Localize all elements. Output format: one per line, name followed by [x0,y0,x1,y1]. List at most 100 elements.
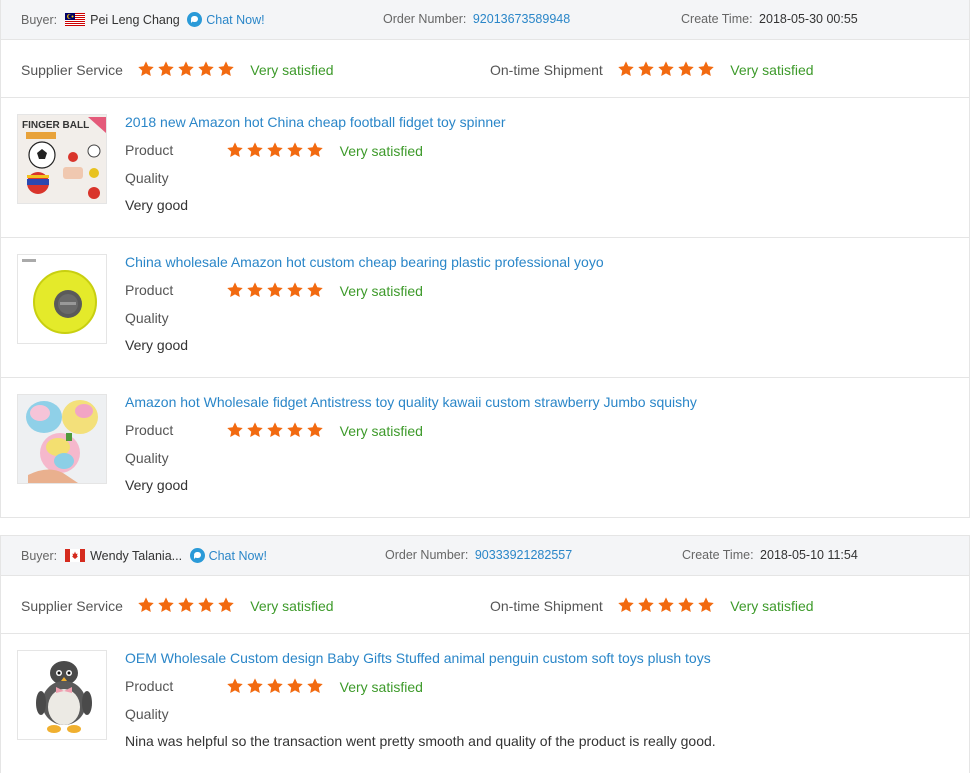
product-rating: Very satisfied [226,677,423,698]
review-comment: Very good [125,197,189,213]
quality-label: Quality [125,310,169,326]
star-icon [226,421,244,439]
star-icon [617,60,635,78]
shipment-label: On-time Shipment [490,62,603,78]
star-rating [617,60,717,81]
chat-now-link[interactable]: Chat Now! [206,13,264,27]
star-icon [177,60,195,78]
product-rating-text: Very satisfied [339,423,423,439]
order-header: Buyer: Pei Leng Chang Chat Now! Order Nu… [1,0,969,40]
star-icon [246,141,264,159]
product-title-link[interactable]: Amazon hot Wholesale fidget Antistress t… [125,394,697,410]
star-rating [226,141,326,162]
star-icon [177,596,195,614]
create-time-value: 2018-05-10 11:54 [760,548,858,562]
star-icon [306,281,324,299]
star-rating [137,596,237,617]
star-icon [217,596,235,614]
order-number-link[interactable]: 92013673589948 [473,12,570,26]
shipment-rating-text: Very satisfied [730,598,814,614]
star-icon [286,281,304,299]
product-thumbnail[interactable] [17,650,107,740]
star-icon [677,60,695,78]
review-item: China wholesale Amazon hot custom cheap … [1,238,969,378]
order-number-label: Order Number: [385,548,469,562]
star-icon [197,60,215,78]
supplier-rating-text: Very satisfied [250,62,334,78]
star-icon [157,596,175,614]
create-time-value: 2018-05-30 00:55 [759,12,858,26]
malaysia-flag-icon [64,13,85,26]
star-icon [246,421,264,439]
buyer-label: Buyer: [21,13,58,27]
review-item: Amazon hot Wholesale fidget Antistress t… [1,378,969,518]
quality-label: Quality [125,170,169,186]
buyer-label: Buyer: [21,549,58,563]
star-icon [306,421,324,439]
shipment-rating: On-time Shipment Very satisfied [490,596,814,617]
quality-label: Quality [125,450,169,466]
create-time-label: Create Time: [681,12,753,26]
star-icon [697,60,715,78]
star-icon [226,677,244,695]
thumb-text: FINGER BALL [22,120,89,131]
shipment-label: On-time Shipment [490,598,603,614]
order-number-info: Order Number: 90333921282557 [385,548,572,562]
buyer-name: Pei Leng Chang [90,13,180,27]
star-rating [226,281,326,302]
review-item: OEM Wholesale Custom design Baby Gifts S… [1,634,969,773]
star-icon [657,596,675,614]
star-icon [266,281,284,299]
star-icon [637,596,655,614]
review-comment: Very good [125,477,189,493]
star-rating [617,596,717,617]
star-icon [137,596,155,614]
shipment-rating: On-time Shipment Very satisfied [490,60,814,81]
star-icon [246,281,264,299]
star-rating [226,421,326,442]
product-title-link[interactable]: 2018 new Amazon hot China cheap football… [125,114,506,130]
chat-icon[interactable] [187,12,203,27]
buyer-info: Buyer: Wendy Talania... Chat Now! [21,548,267,563]
star-icon [306,141,324,159]
supplier-service-label: Supplier Service [21,598,123,614]
product-label: Product [125,142,174,158]
canada-flag-icon [64,549,85,562]
product-rating: Very satisfied [226,281,423,302]
star-icon [657,60,675,78]
review-comment: Nina was helpful so the transaction went… [125,733,716,749]
product-thumbnail[interactable] [17,254,107,344]
star-rating [226,677,326,698]
order-number-link[interactable]: 90333921282557 [475,548,572,562]
star-icon [617,596,635,614]
product-title-link[interactable]: China wholesale Amazon hot custom cheap … [125,254,604,270]
chat-now-link[interactable]: Chat Now! [209,549,267,563]
supplier-service-rating: Supplier Service Very satisfied [21,596,334,617]
shipment-rating-text: Very satisfied [730,62,814,78]
product-thumbnail[interactable]: FINGER BALL [17,114,107,204]
star-icon [637,60,655,78]
star-icon [286,141,304,159]
star-icon [286,677,304,695]
star-rating [137,60,237,81]
product-thumbnail[interactable] [17,394,107,484]
star-icon [226,281,244,299]
star-icon [677,596,695,614]
star-icon [266,421,284,439]
product-title-link[interactable]: OEM Wholesale Custom design Baby Gifts S… [125,650,711,666]
star-icon [157,60,175,78]
product-label: Product [125,282,174,298]
product-rating-text: Very satisfied [339,283,423,299]
star-icon [246,677,264,695]
star-icon [697,596,715,614]
order-card: Buyer: Wendy Talania... Chat Now! Order … [0,535,970,773]
supplier-rating-text: Very satisfied [250,598,334,614]
review-item: FINGER BALL 2018 new Amazon hot China ch… [1,98,969,238]
product-label: Product [125,678,174,694]
star-icon [306,677,324,695]
star-icon [137,60,155,78]
supplier-service-rating: Supplier Service Very satisfied [21,60,334,81]
chat-icon[interactable] [189,548,205,563]
create-time-info: Create Time: 2018-05-30 00:55 [681,12,858,26]
star-icon [217,60,235,78]
